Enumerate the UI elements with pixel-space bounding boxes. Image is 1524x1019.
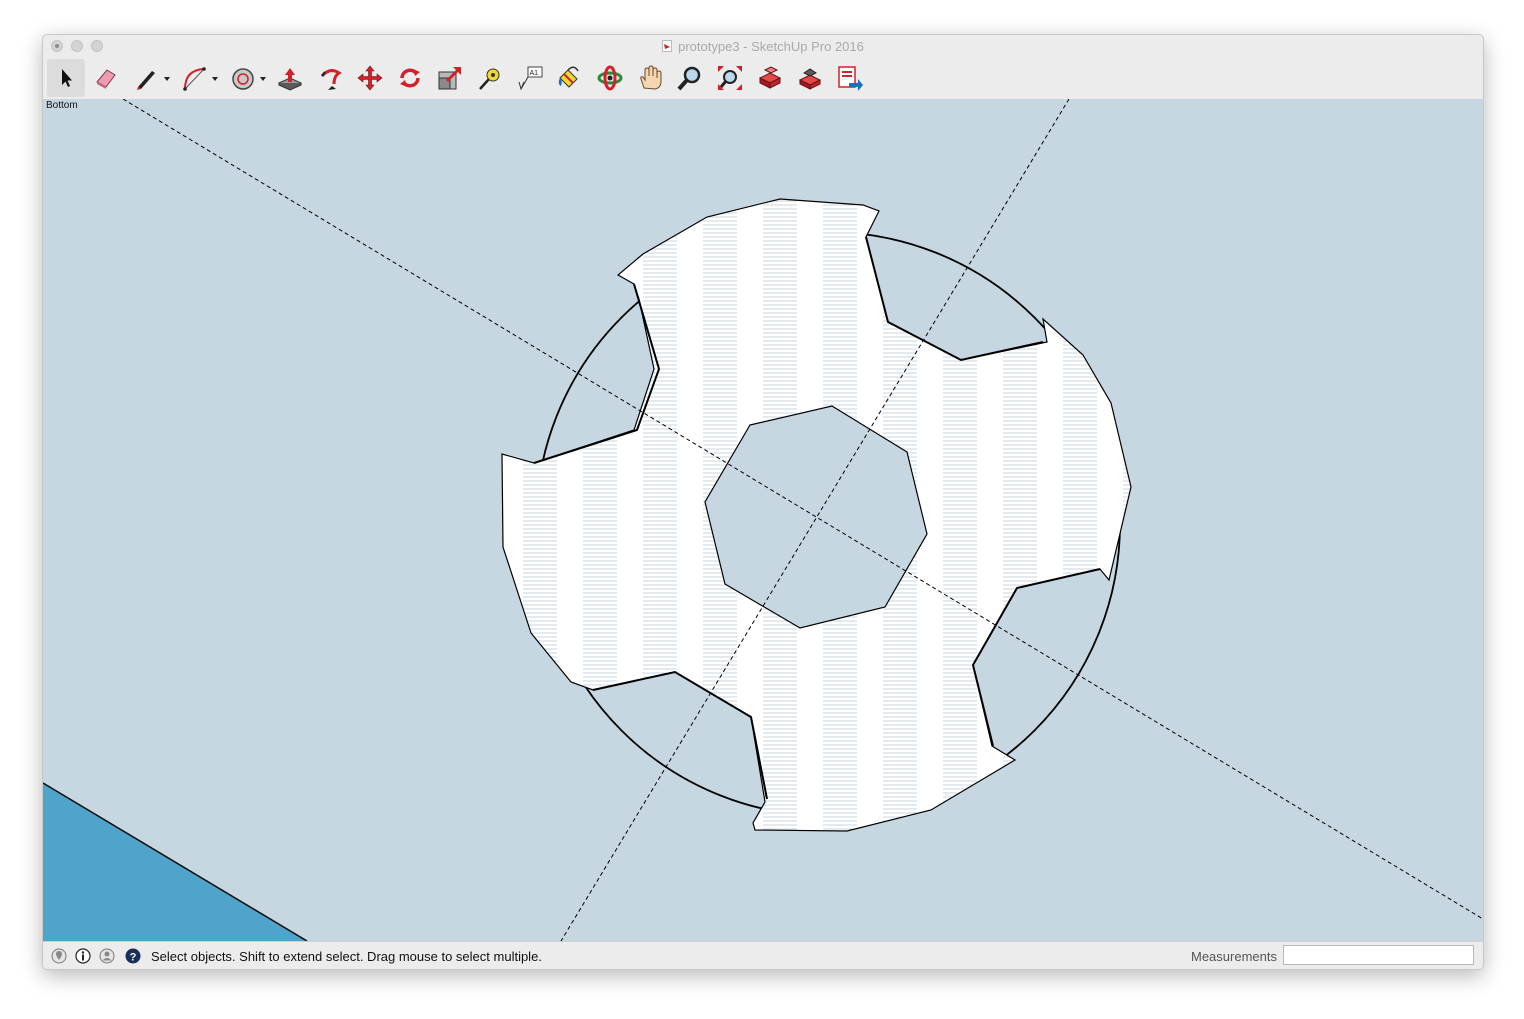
title-bar: prototype3 - SketchUp Pro 2016	[43, 35, 1483, 57]
text-tool-button[interactable]: A1	[511, 59, 549, 97]
orbit-icon	[597, 65, 623, 91]
scale-tool-button[interactable]	[431, 59, 469, 97]
zoom-tool-button[interactable]	[671, 59, 709, 97]
send-to-layout-tool-button[interactable]	[831, 59, 869, 97]
svg-text:?: ?	[130, 952, 137, 964]
measurements-label: Measurements	[1191, 949, 1277, 964]
zoom-extents-icon	[718, 66, 742, 90]
shapes-tool-button[interactable]	[225, 59, 271, 97]
text-label-icon: A1	[518, 66, 543, 91]
arrow-cursor-icon	[62, 69, 72, 87]
follow-me-tool-button[interactable]	[311, 59, 349, 97]
extension-warehouse-tool-button[interactable]	[791, 59, 829, 97]
line-tool-button[interactable]	[129, 59, 175, 97]
eraser-tool-button[interactable]	[87, 59, 125, 97]
pencil-icon	[137, 71, 170, 90]
sketchup-window: prototype3 - SketchUp Pro 2016 A1 Bottom…	[42, 34, 1484, 970]
zoom-extents-tool-button[interactable]	[711, 59, 749, 97]
pan-tool-button[interactable]	[631, 59, 669, 97]
3d-warehouse-tool-button[interactable]	[751, 59, 789, 97]
view-name-label: Bottom	[46, 100, 78, 111]
layout-icon	[838, 66, 863, 91]
move-tool-button[interactable]	[351, 59, 389, 97]
geolocation-icon[interactable]	[51, 948, 67, 964]
circle-shape-icon	[232, 68, 266, 90]
window-title: prototype3 - SketchUp Pro 2016	[43, 39, 1483, 54]
magnifier-icon	[677, 66, 701, 91]
push-pull-icon	[277, 68, 303, 91]
chevron-down-icon	[164, 77, 170, 81]
paint-bucket-icon	[558, 66, 579, 88]
measurements-input[interactable]	[1283, 945, 1474, 965]
tape-measure-icon	[479, 68, 500, 90]
arc-icon	[183, 67, 218, 91]
chevron-down-icon	[260, 77, 266, 81]
tape-measure-tool-button[interactable]	[471, 59, 509, 97]
credits-icon[interactable]	[75, 948, 91, 964]
paint-bucket-tool-button[interactable]	[549, 59, 587, 97]
status-message: Select objects. Shift to extend select. …	[151, 949, 542, 964]
push-pull-tool-button[interactable]	[271, 59, 309, 97]
orbit-tool-button[interactable]	[591, 59, 629, 97]
large-toolset-toolbar: A1	[43, 57, 1483, 99]
user-icon[interactable]	[99, 948, 115, 964]
scale-icon	[438, 67, 461, 90]
gear-face[interactable]	[501, 198, 1132, 832]
rotate-tool-button[interactable]	[391, 59, 429, 97]
model-drawing	[43, 99, 1483, 941]
status-bar: ? Select objects. Shift to extend select…	[43, 941, 1483, 969]
extension-warehouse-icon	[798, 68, 822, 90]
follow-me-icon	[320, 69, 342, 90]
sketchup-document-icon	[662, 40, 673, 52]
chevron-down-icon	[212, 77, 218, 81]
svg-text:A1: A1	[530, 70, 539, 77]
move-arrows-icon	[357, 65, 383, 91]
3d-viewport[interactable]: Bottom	[43, 99, 1483, 941]
window-title-text: prototype3 - SketchUp Pro 2016	[678, 39, 864, 54]
eraser-icon	[96, 69, 116, 89]
warehouse-icon	[758, 66, 782, 89]
help-icon[interactable]: ?	[125, 948, 141, 964]
hand-icon	[640, 65, 662, 90]
select-tool-button[interactable]	[47, 59, 85, 97]
arc-tool-button[interactable]	[177, 59, 223, 97]
rotate-icon	[400, 68, 420, 88]
